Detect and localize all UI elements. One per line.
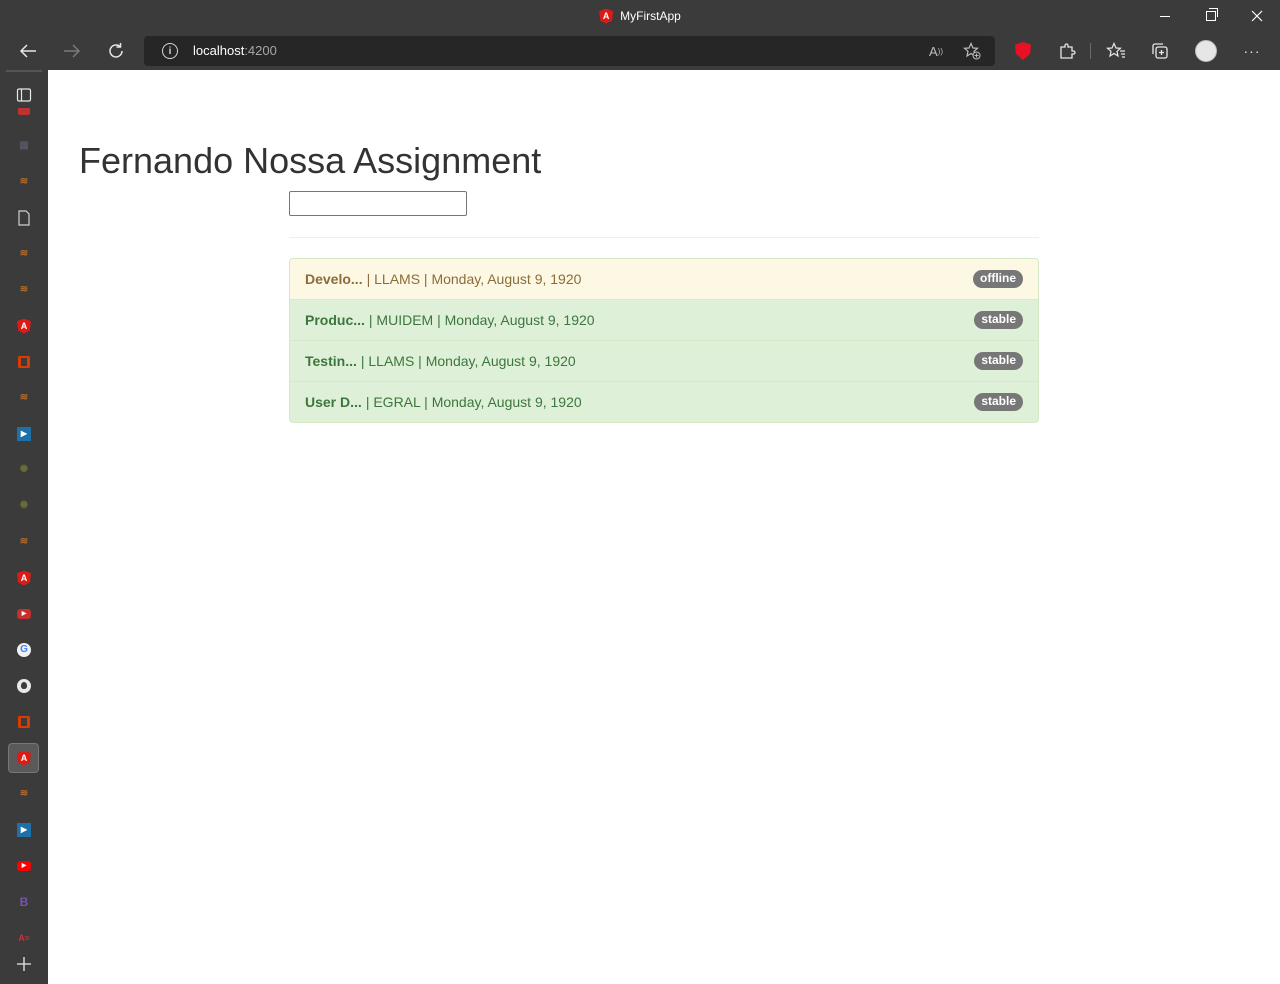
- angular-icon[interactable]: A: [16, 570, 32, 586]
- page-title: Fernando Nossa Assignment: [79, 140, 542, 181]
- window-titlebar: A MyFirstApp: [0, 0, 1280, 32]
- angular-icon[interactable]: A: [16, 750, 32, 766]
- document-icon[interactable]: [16, 210, 32, 226]
- extensions-button[interactable]: [1051, 35, 1083, 67]
- puzzle-icon: [1060, 43, 1076, 59]
- browser-toolbar: i localhost:4200 A)) ···: [0, 32, 1280, 70]
- status-badge: stable: [974, 393, 1023, 411]
- favicon-blue-icon[interactable]: ▦: [16, 138, 32, 154]
- list-item[interactable]: Produc... | MUIDEM | Monday, August 9, 1…: [290, 300, 1038, 341]
- powerapps-icon[interactable]: ▶: [16, 822, 32, 838]
- forward-button[interactable]: [56, 35, 88, 67]
- list-item[interactable]: Testin... | LLAMS | Monday, August 9, 19…: [290, 341, 1038, 382]
- url-text[interactable]: localhost:4200: [193, 36, 277, 66]
- github-icon[interactable]: [16, 678, 32, 694]
- collections-icon: [1152, 43, 1168, 59]
- item-name: Develo...: [305, 271, 363, 287]
- stackoverflow-icon[interactable]: ≋: [16, 390, 32, 406]
- star-plus-icon: [963, 42, 981, 60]
- stackoverflow-icon[interactable]: ≋: [16, 246, 32, 262]
- list-item[interactable]: Develo... | LLAMS | Monday, August 9, 19…: [290, 259, 1038, 300]
- google-icon[interactable]: G: [16, 642, 32, 658]
- item-name: Testin...: [305, 353, 357, 369]
- youtube-icon[interactable]: ▶: [16, 606, 32, 622]
- favorites-icon: [1106, 42, 1125, 58]
- gear-site-icon[interactable]: ✺: [16, 462, 32, 478]
- status-badge: offline: [973, 270, 1023, 288]
- office-icon[interactable]: [16, 354, 32, 370]
- item-meta: | EGRAL | Monday, August 9, 1920: [365, 394, 582, 410]
- status-badge: stable: [974, 352, 1023, 370]
- status-badge: stable: [974, 311, 1023, 329]
- youtube-icon[interactable]: ▶: [16, 858, 32, 874]
- add-favorite-icon[interactable]: [961, 41, 983, 61]
- url-host: localhost: [193, 43, 245, 58]
- read-aloud-icon[interactable]: A)): [925, 41, 947, 61]
- arrow-right-icon: [64, 44, 81, 58]
- window-title: A MyFirstApp: [0, 0, 1280, 32]
- new-tab-button[interactable]: [14, 956, 34, 976]
- collections-button[interactable]: [1144, 35, 1176, 67]
- minimize-button[interactable]: [1142, 0, 1188, 32]
- address-bar[interactable]: i localhost:4200 A)): [144, 36, 995, 66]
- site-info-icon[interactable]: i: [162, 43, 178, 59]
- favorites-button[interactable]: [1100, 35, 1132, 67]
- item-name: Produc...: [305, 312, 365, 328]
- angular-translate-icon[interactable]: A≈: [16, 930, 32, 946]
- angular-icon[interactable]: A: [16, 318, 32, 334]
- sidebar-tab-partial[interactable]: [16, 108, 32, 116]
- refresh-button[interactable]: [100, 35, 132, 67]
- close-button[interactable]: [1234, 0, 1280, 32]
- restore-button[interactable]: [1188, 0, 1234, 32]
- window-title-text: MyFirstApp: [620, 9, 681, 23]
- angular-icon: A: [599, 8, 614, 24]
- stackoverflow-icon[interactable]: ≋: [16, 282, 32, 298]
- divider: [289, 237, 1039, 238]
- back-button[interactable]: [12, 35, 44, 67]
- vertical-tabs-sidebar: ▦ ≋ ≋ ≋ A ≋ ▶ ✺ ✺ ≋ A ▶ G A ≋ ▶ ▶ B A≈: [0, 70, 48, 984]
- refresh-icon: [109, 43, 123, 58]
- close-icon: [1251, 10, 1263, 22]
- office-icon[interactable]: [16, 714, 32, 730]
- minimize-icon: [1160, 15, 1170, 17]
- toolbar-separator: [1090, 43, 1091, 59]
- profile-avatar[interactable]: [1195, 40, 1217, 62]
- settings-menu-button[interactable]: ···: [1236, 35, 1268, 67]
- arrow-left-icon: [19, 44, 36, 58]
- extension-block-button[interactable]: [1007, 35, 1039, 67]
- page-viewport: Fernando Nossa Assignment Develo... | LL…: [48, 70, 1280, 984]
- gear-site-icon[interactable]: ✺: [16, 498, 32, 514]
- item-name: User D...: [305, 394, 362, 410]
- item-meta: | LLAMS | Monday, August 9, 1920: [366, 271, 582, 287]
- url-port: :4200: [244, 43, 277, 58]
- powerapps-icon[interactable]: ▶: [16, 426, 32, 442]
- stackoverflow-icon[interactable]: ≋: [16, 534, 32, 550]
- plus-icon: [17, 957, 31, 971]
- bootstrap-icon[interactable]: B: [16, 894, 32, 910]
- item-meta: | LLAMS | Monday, August 9, 1920: [360, 353, 576, 369]
- stackoverflow-icon[interactable]: ≋: [16, 786, 32, 802]
- more-icon: ···: [1243, 43, 1261, 59]
- sidebar-scroll-indicator: [6, 70, 42, 72]
- restore-icon: [1206, 8, 1218, 21]
- stackoverflow-icon[interactable]: ≋: [16, 174, 32, 190]
- item-meta: | MUIDEM | Monday, August 9, 1920: [368, 312, 595, 328]
- list-item[interactable]: User D... | EGRAL | Monday, August 9, 19…: [290, 382, 1038, 422]
- adblock-icon: [1015, 42, 1031, 60]
- search-input[interactable]: [289, 191, 467, 216]
- tab-actions-icon[interactable]: [16, 87, 32, 103]
- item-list: Develo... | LLAMS | Monday, August 9, 19…: [289, 258, 1039, 423]
